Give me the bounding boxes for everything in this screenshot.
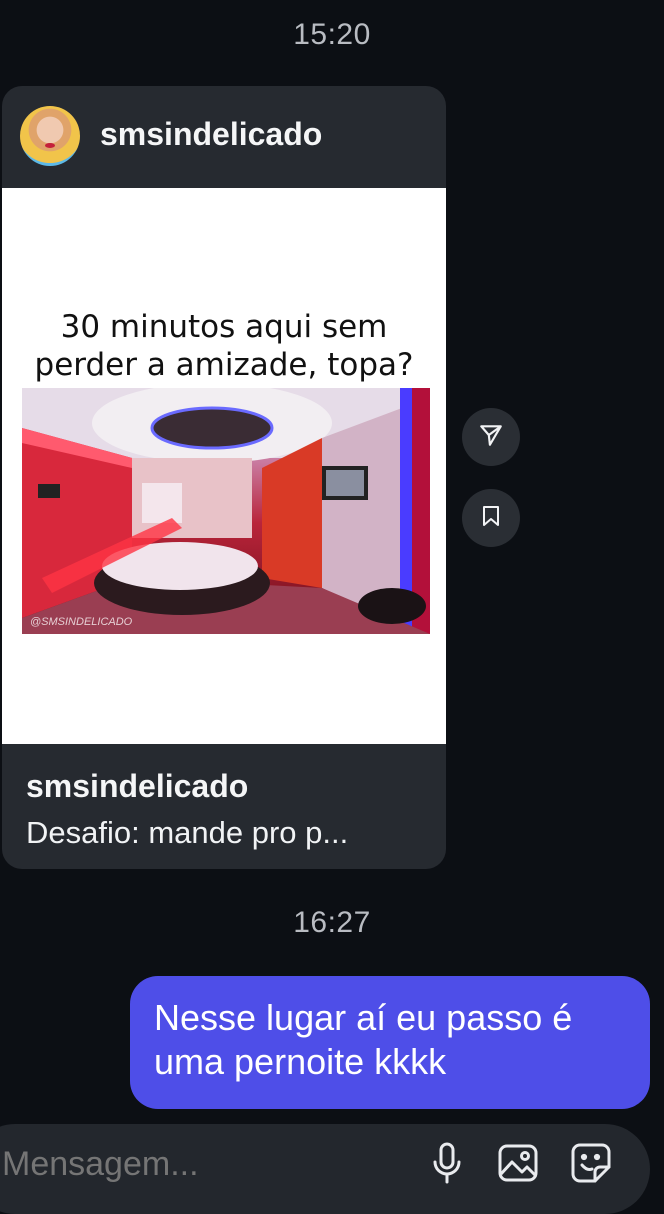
post-username[interactable]: smsindelicado [100,116,322,153]
post-caption[interactable]: Desafio: mande pro p... [26,815,348,851]
post-media[interactable]: 30 minutos aqui sem perder a amizade, to… [2,188,446,744]
share-button[interactable] [462,408,520,466]
bookmark-icon [479,503,503,534]
send-icon [478,422,504,453]
watermark: @SMSINDELICADO [30,616,133,628]
message-text-line: Nesse lugar aí eu passo é [154,997,573,1038]
media-headline: 30 minutos aqui sem perder a amizade, to… [34,309,414,383]
timestamp: 15:20 [293,18,371,51]
shared-post-card[interactable]: smsindelicado 30 minutos aqui sem perder… [2,86,446,869]
microphone-button[interactable] [425,1141,469,1189]
gallery-icon [498,1143,538,1188]
gallery-button[interactable] [496,1141,540,1189]
save-button[interactable] [462,489,520,547]
avatar[interactable] [20,106,80,166]
timestamp: 16:27 [293,906,371,939]
room-photo: @SMSINDELICADO [22,388,430,634]
outgoing-message-bubble[interactable]: Nesse lugar aí eu passo é uma pernoite k… [130,976,650,1109]
post-footer-username[interactable]: smsindelicado [26,768,248,805]
microphone-icon [432,1142,462,1189]
sticker-button[interactable] [569,1141,613,1189]
sticker-icon [570,1142,612,1189]
post-header[interactable]: smsindelicado [2,86,446,188]
message-input[interactable] [2,1145,362,1184]
message-text-line: uma pernoite kkkk [154,1041,447,1082]
